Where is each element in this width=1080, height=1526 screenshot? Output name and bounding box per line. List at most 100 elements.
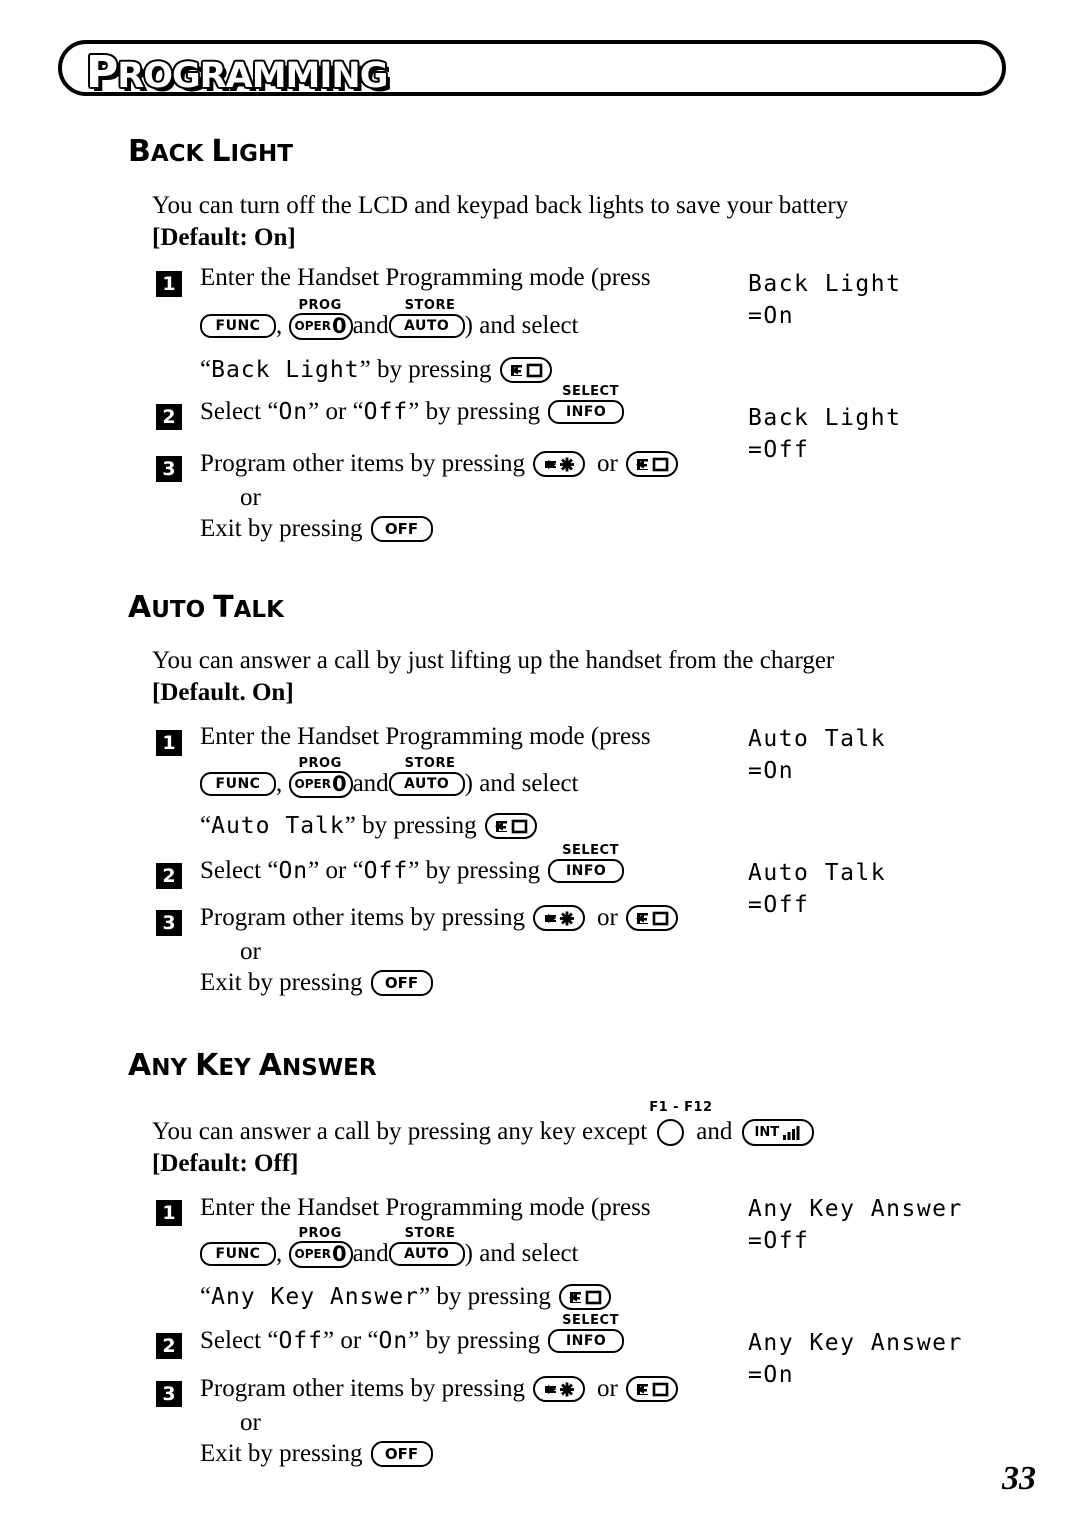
step-text-head: Select “	[200, 857, 279, 884]
step-program-others: Program other items by pressing or	[200, 450, 678, 478]
option-label: Off	[363, 858, 409, 884]
step-marker: 2	[156, 404, 182, 430]
navigator-select-key-icon[interactable]	[625, 905, 678, 931]
lcd-readout: Auto Talk =On	[748, 723, 886, 787]
select-key-label: SELECT	[562, 843, 619, 858]
step-text-head: Exit by pressing	[200, 515, 363, 542]
step-text-mid: ” or “	[308, 857, 364, 884]
section-heading-back-light: BACK LIGHT	[128, 134, 293, 169]
func-key-icon[interactable]: FUNC	[200, 1242, 276, 1266]
round-key-icon[interactable]	[657, 1118, 685, 1146]
func-key-icon[interactable]: FUNC	[200, 314, 276, 338]
off-key-icon[interactable]: OFF	[370, 516, 433, 542]
lcd-line-2: =On	[748, 303, 795, 329]
auto-key-icon[interactable]: AUTO	[388, 1242, 465, 1266]
step-select-row: “ Any Key Answer ” by pressing	[200, 1283, 611, 1311]
lcd-line-1: Any Key Answer	[748, 1196, 963, 1222]
f1-f12-key-label: F1 - F12	[649, 1099, 713, 1115]
off-key-icon[interactable]: OFF	[370, 1441, 433, 1467]
step-keys-row: FUNC , PROG OPER 0 and STORE AUTO ) and s…	[200, 1226, 579, 1268]
step-marker: 3	[156, 910, 182, 936]
step-exit-row: Exit by pressing OFF	[200, 1440, 433, 1468]
page-header-title: PROGRAMMING	[85, 46, 390, 100]
prog-key-label: PROG	[298, 1225, 342, 1241]
option-label: Off	[363, 399, 409, 425]
step-text-mid: ” or “	[308, 398, 364, 425]
lcd-line-2: =Off	[748, 892, 810, 918]
step-marker: 3	[156, 456, 182, 482]
info-key-icon[interactable]: INFO	[548, 1329, 625, 1353]
navigator-select-key-icon[interactable]	[625, 451, 678, 477]
oper-label: OPER	[294, 777, 331, 791]
step-text-mid: or	[596, 450, 618, 477]
step-text-head: Program other items by pressing	[200, 450, 525, 477]
step-text-tail: ” by pressing	[344, 812, 477, 839]
auto-key-icon[interactable]: AUTO	[388, 772, 465, 796]
quote-open: “	[200, 812, 212, 839]
section-heading-any-key-answer: ANY KEY ANSWER	[128, 1048, 377, 1083]
step-text-tail: ” by pressing	[408, 857, 541, 884]
intro-back-light: You can turn off the LCD and keypad back…	[152, 192, 849, 219]
navigator-select-key-icon[interactable]	[625, 1376, 678, 1402]
oper-zero-key-icon[interactable]: OPER 0	[288, 312, 353, 340]
info-key-icon[interactable]: INFO	[548, 400, 625, 424]
step-text-tail: ” by pressing	[418, 1283, 551, 1310]
oper-zero-key-icon[interactable]: OPER 0	[288, 770, 353, 798]
step-keys-row: FUNC , PROG OPER 0 and STORE AUTO ) and s…	[200, 298, 579, 340]
step-program-others: Program other items by pressing or	[200, 904, 678, 932]
default-auto-talk: [Default. On]	[152, 679, 294, 706]
zero-label: 0	[331, 771, 347, 796]
lcd-readout: Back Light =Off	[748, 402, 901, 466]
step-text-head: Exit by pressing	[200, 1440, 363, 1467]
lcd-line-2: =On	[748, 1362, 795, 1388]
int-label: INT	[754, 1124, 780, 1140]
lcd-line-1: Auto Talk	[748, 726, 887, 752]
step-exit-row: Exit by pressing OFF	[200, 969, 433, 997]
off-key-icon[interactable]: OFF	[370, 970, 433, 996]
func-key-icon[interactable]: FUNC	[200, 772, 276, 796]
step-text-tail: ) and select	[464, 312, 579, 339]
step-text-head: Select “	[200, 398, 279, 425]
select-key-label: SELECT	[562, 1313, 619, 1328]
intro-text-head: You can answer a call by pressing any ke…	[152, 1118, 648, 1145]
step-text-mid: ” or “	[322, 1327, 379, 1354]
step-marker: 1	[156, 1200, 182, 1226]
page-number: 33	[1002, 1460, 1036, 1497]
navigator-select-key-icon[interactable]	[484, 813, 537, 839]
lcd-line-1: Auto Talk	[748, 860, 887, 886]
oper-label: OPER	[294, 1247, 331, 1261]
step-text-mid: or	[596, 1375, 618, 1402]
store-key-label: STORE	[404, 298, 456, 313]
step-marker: 2	[156, 863, 182, 889]
select-key-label: SELECT	[562, 384, 619, 399]
intro-auto-talk: You can answer a call by just lifting up…	[152, 647, 835, 674]
lcd-line-1: Back Light	[748, 405, 902, 431]
info-key-icon[interactable]: INFO	[548, 859, 625, 883]
navigator-star-key-icon[interactable]	[532, 1376, 585, 1402]
default-any-key-answer: [Default: Off]	[152, 1150, 299, 1177]
lcd-line-2: =Off	[748, 437, 810, 463]
prog-key-label: PROG	[298, 755, 342, 771]
navigator-star-key-icon[interactable]	[532, 451, 585, 477]
lcd-line-2: =Off	[748, 1228, 810, 1254]
signal-bars-icon	[783, 1125, 800, 1140]
step-text-head: Program other items by pressing	[200, 1375, 525, 1402]
navigator-star-key-icon[interactable]	[532, 905, 585, 931]
auto-key-icon[interactable]: AUTO	[388, 314, 465, 338]
step-select-row: “ Back Light ” by pressing	[200, 356, 552, 384]
store-key-label: STORE	[404, 1226, 456, 1241]
step-program-others: Program other items by pressing or	[200, 1375, 678, 1403]
lcd-line-1: Back Light	[748, 271, 902, 297]
oper-zero-key-icon[interactable]: OPER 0	[288, 1240, 353, 1268]
int-key-icon[interactable]: INT	[742, 1118, 815, 1146]
step-text-tail: ) and select	[464, 1240, 579, 1267]
default-back-light: [Default: On]	[152, 224, 296, 251]
step-select-row: “ Auto Talk ” by pressing	[200, 812, 537, 840]
step-text-head: Exit by pressing	[200, 969, 363, 996]
manual-page: PROGRAMMING BACK LIGHT You can turn off …	[0, 0, 1080, 1526]
store-key-label: STORE	[404, 756, 456, 771]
lcd-line-2: =On	[748, 758, 795, 784]
navigator-select-key-icon[interactable]	[499, 357, 552, 383]
lcd-item-name: Auto Talk	[211, 813, 345, 839]
navigator-select-key-icon[interactable]	[558, 1284, 611, 1310]
